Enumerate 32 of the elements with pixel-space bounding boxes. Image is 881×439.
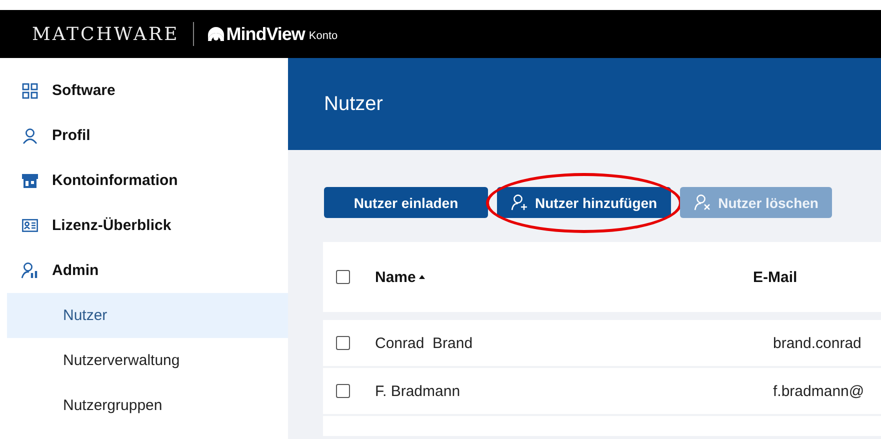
add-user-icon (511, 194, 529, 211)
sort-ascending-icon (418, 275, 425, 279)
table-cell: brand.conrad (773, 334, 862, 352)
sidebar-subitem[interactable]: Nutzergruppen (7, 383, 288, 428)
row-checkbox[interactable] (336, 384, 350, 398)
id-card-icon (21, 219, 39, 232)
logo-icon (208, 27, 224, 41)
sidebar-item[interactable]: Admin (0, 248, 288, 293)
select-all-checkbox[interactable] (336, 270, 350, 284)
admin-icon (21, 262, 39, 279)
toolbar-button[interactable]: Nutzer einladen (324, 187, 488, 218)
table-cell: f.bradmann@ (773, 382, 864, 400)
sidebar-subitem[interactable]: Nutzer (7, 293, 288, 338)
table-cell: F. Bradmann (375, 382, 460, 400)
person-icon (21, 128, 39, 144)
product-suffix: Konto (308, 30, 338, 42)
remove-user-icon (694, 194, 712, 211)
sidebar-item[interactable]: Lizenz-Überblick (0, 203, 288, 248)
column-header[interactable]: E-Mail (753, 268, 798, 286)
sidebar-item[interactable]: Profil (0, 113, 288, 158)
column-header[interactable]: Name (375, 268, 425, 286)
sidebar-item[interactable]: Kontoinformation (0, 158, 288, 203)
brand-logo: MATCHWARE (32, 24, 180, 44)
sidebar-item[interactable]: Software (0, 68, 288, 113)
row-checkbox[interactable] (336, 336, 350, 350)
page-title: Nutzer (324, 92, 383, 116)
product-name: MindView (226, 24, 305, 44)
grid-icon (21, 82, 39, 98)
sidebar-subitem[interactable]: Nutzerverwaltung (7, 338, 288, 383)
toolbar-button[interactable]: Nutzer hinzufügen (497, 187, 672, 218)
table-cell: Conrad Brand (375, 334, 473, 352)
store-icon (21, 174, 39, 188)
